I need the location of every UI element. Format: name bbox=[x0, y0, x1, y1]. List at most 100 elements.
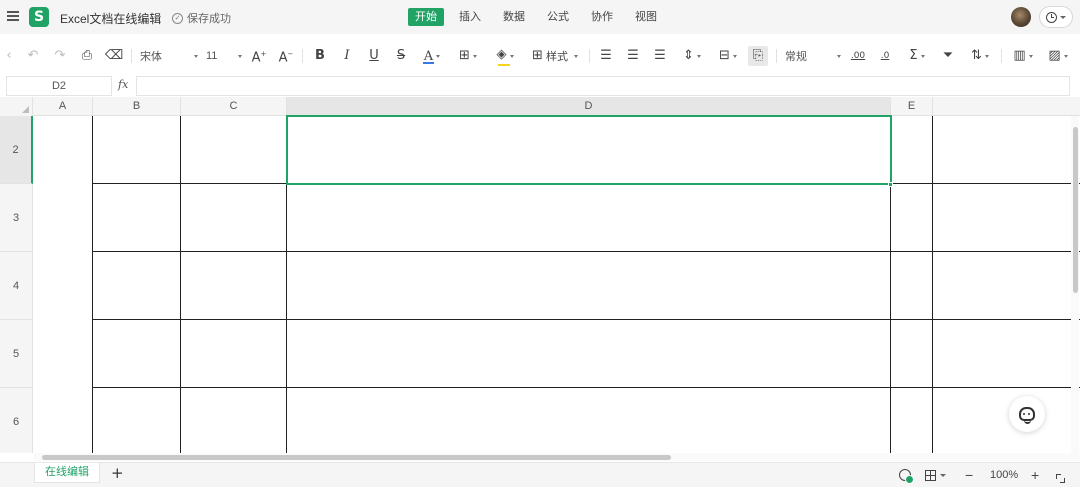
tab-insert[interactable]: 插入 bbox=[452, 8, 488, 26]
filter-button[interactable]: ⏷ bbox=[939, 46, 957, 66]
grid-cell[interactable] bbox=[933, 252, 1080, 320]
underline-button[interactable]: U bbox=[365, 46, 383, 66]
clear-format-button[interactable]: ⌫ bbox=[105, 46, 123, 66]
grid-cell[interactable] bbox=[93, 252, 181, 320]
row-header[interactable]: 4 bbox=[0, 252, 33, 320]
vertical-align-button[interactable]: ⇕ bbox=[678, 46, 706, 66]
grid-cell[interactable] bbox=[891, 116, 933, 184]
grid-cell[interactable] bbox=[33, 116, 93, 184]
chevron-down-icon bbox=[984, 54, 989, 58]
grid-cell[interactable] bbox=[891, 252, 933, 320]
align-left-button[interactable]: ☰ bbox=[597, 46, 615, 66]
select-all-corner[interactable] bbox=[0, 97, 33, 116]
vertical-scrollbar[interactable] bbox=[1073, 127, 1078, 293]
toolbar-divider bbox=[302, 49, 303, 63]
cell-style-button[interactable]: ⊞ 样式 bbox=[528, 46, 582, 66]
tab-formula[interactable]: 公式 bbox=[540, 8, 576, 26]
border-button[interactable]: ⊞ bbox=[454, 46, 482, 66]
column-header[interactable] bbox=[933, 97, 1080, 116]
increase-decimal-button[interactable]: .0 bbox=[876, 46, 894, 66]
increase-font-button[interactable]: A+ bbox=[250, 46, 268, 66]
horizontal-scrollbar[interactable] bbox=[42, 455, 671, 460]
history-button[interactable] bbox=[1039, 6, 1073, 28]
sync-status[interactable] bbox=[899, 467, 914, 484]
font-color-button[interactable]: A bbox=[419, 46, 445, 66]
grid-cell[interactable] bbox=[933, 388, 1080, 453]
font-name-select[interactable]: 宋体 bbox=[140, 46, 198, 66]
tab-data[interactable]: 数据 bbox=[496, 8, 532, 26]
redo-button[interactable]: ↷ bbox=[51, 46, 69, 66]
grid-cell[interactable] bbox=[181, 320, 287, 388]
number-format-select[interactable]: 常规 bbox=[785, 46, 841, 66]
column-header[interactable]: C bbox=[181, 97, 287, 116]
fx-icon[interactable]: fx bbox=[118, 78, 128, 91]
grid-cell[interactable] bbox=[891, 388, 933, 453]
fullscreen-button[interactable] bbox=[1056, 470, 1065, 486]
column-header[interactable]: A bbox=[33, 97, 93, 116]
grid-cell[interactable] bbox=[181, 184, 287, 252]
tab-home[interactable]: 开始 bbox=[408, 8, 444, 26]
grid-cell[interactable] bbox=[33, 388, 93, 453]
grid-cell[interactable] bbox=[181, 116, 287, 184]
italic-button[interactable]: I bbox=[338, 46, 356, 66]
grid-cell[interactable] bbox=[933, 116, 1080, 184]
row-header[interactable]: 3 bbox=[0, 184, 33, 252]
column-header[interactable]: B bbox=[93, 97, 181, 116]
grid-cell[interactable] bbox=[181, 252, 287, 320]
align-center-button[interactable]: ☰ bbox=[624, 46, 642, 66]
view-mode-button[interactable] bbox=[925, 467, 946, 483]
grid-cell[interactable] bbox=[287, 320, 891, 388]
zoom-in-button[interactable]: + bbox=[1031, 467, 1039, 483]
format-painter-button[interactable]: ⎙ bbox=[78, 46, 96, 66]
wrap-text-button[interactable]: ⎘ bbox=[748, 46, 768, 66]
tab-view[interactable]: 视图 bbox=[628, 8, 664, 26]
add-sheet-button[interactable]: + bbox=[111, 465, 124, 481]
sort-button[interactable]: ⇅ bbox=[966, 46, 994, 66]
grid-cell[interactable] bbox=[287, 388, 891, 453]
zoom-level[interactable]: 100% bbox=[990, 467, 1018, 483]
zoom-out-button[interactable]: − bbox=[965, 467, 973, 483]
bold-button[interactable]: B bbox=[311, 46, 329, 66]
align-right-button[interactable]: ☰ bbox=[651, 46, 669, 66]
grid-cell[interactable] bbox=[93, 388, 181, 453]
column-header[interactable]: E bbox=[891, 97, 933, 116]
grid-cell[interactable] bbox=[287, 184, 891, 252]
grid-cell[interactable] bbox=[933, 320, 1080, 388]
hamburger-menu-icon[interactable] bbox=[7, 11, 19, 21]
grid-cell[interactable] bbox=[33, 320, 93, 388]
sum-button[interactable]: Σ bbox=[903, 46, 931, 66]
grid-cell[interactable] bbox=[181, 388, 287, 453]
assistant-button[interactable] bbox=[1009, 396, 1045, 432]
decrease-decimal-button[interactable]: .00 bbox=[849, 46, 867, 66]
grid-cell[interactable] bbox=[93, 320, 181, 388]
grid-cell[interactable] bbox=[33, 252, 93, 320]
sheet-tab[interactable]: 在线编辑 bbox=[34, 463, 100, 483]
undo-button[interactable]: ↶ bbox=[24, 46, 42, 66]
grid-cell[interactable] bbox=[891, 320, 933, 388]
document-title[interactable]: Excel文档在线编辑 bbox=[60, 10, 161, 27]
strikethrough-button[interactable]: S bbox=[392, 46, 410, 66]
fill-handle[interactable] bbox=[888, 182, 893, 187]
grid-cell[interactable] bbox=[93, 184, 181, 252]
chart-button[interactable]: ▥ bbox=[1009, 46, 1037, 66]
grid-cell[interactable] bbox=[287, 116, 891, 184]
decrease-font-button[interactable]: A− bbox=[277, 46, 295, 66]
tab-collaborate[interactable]: 协作 bbox=[584, 8, 620, 26]
image-button[interactable]: ▨ bbox=[1044, 46, 1072, 66]
row-header[interactable]: 5 bbox=[0, 320, 33, 388]
grid-cell[interactable] bbox=[933, 184, 1080, 252]
grid-cell[interactable] bbox=[93, 116, 181, 184]
merge-cells-button[interactable]: ⊟ bbox=[714, 46, 742, 66]
formula-input[interactable] bbox=[136, 76, 1070, 96]
fill-color-button[interactable]: ◈ bbox=[491, 46, 519, 66]
row-header[interactable]: 2 bbox=[0, 116, 33, 184]
toolbar-scroll-left[interactable]: ‹ bbox=[4, 46, 14, 66]
font-size-select[interactable]: 11 bbox=[206, 46, 242, 66]
column-header[interactable]: D bbox=[287, 97, 891, 116]
grid-cell[interactable] bbox=[33, 184, 93, 252]
grid-cell[interactable] bbox=[891, 184, 933, 252]
row-header[interactable]: 6 bbox=[0, 388, 33, 453]
grid-cell[interactable] bbox=[287, 252, 891, 320]
user-avatar[interactable] bbox=[1011, 7, 1031, 27]
cell-name-box[interactable]: D2 bbox=[6, 76, 112, 96]
